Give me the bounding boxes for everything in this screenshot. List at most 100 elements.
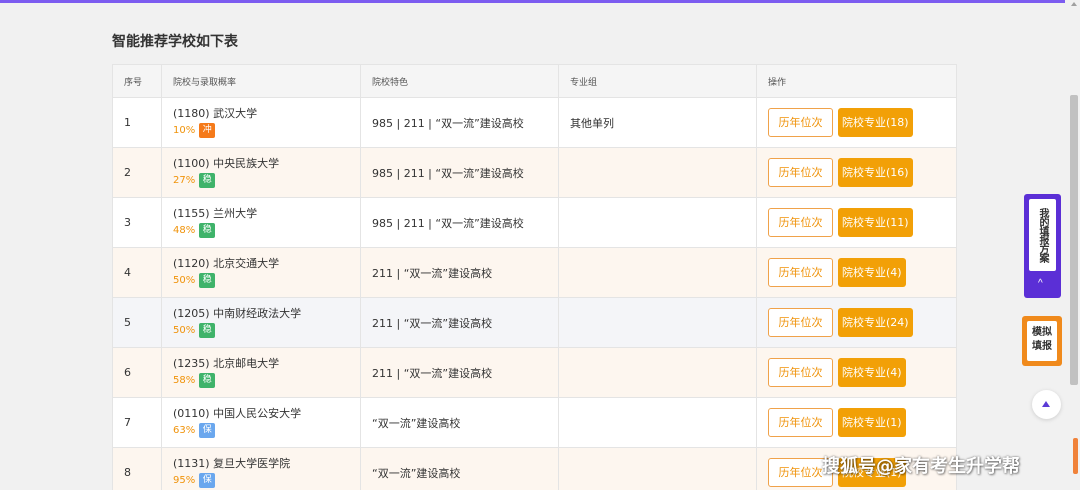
school-cell: (1205) 中南财经政法大学 50% 稳 <box>161 297 361 348</box>
back-to-top-button[interactable] <box>1032 390 1061 419</box>
school-cell: (1131) 复旦大学医学院 95% 保 <box>161 447 361 490</box>
row-index: 1 <box>112 97 162 148</box>
mock-fill-line1: 模拟 <box>1032 327 1052 338</box>
row-index: 5 <box>112 297 162 348</box>
page-title: 智能推荐学校如下表 <box>112 34 238 50</box>
table-row: 6 (1235) 北京邮电大学 58% 稳 211 | “双一流”建设高校 历年位次 院校专… <box>112 347 957 398</box>
admission-probability: 10% <box>173 125 196 136</box>
admission-probability: 95% <box>173 475 196 486</box>
table-row: 4 (1120) 北京交通大学 50% 稳 211 | “双一流”建设高校 历年位次 院校专… <box>112 247 957 298</box>
probability-line: 63% 保 <box>173 423 360 438</box>
table-row: 1 (1180) 武汉大学 10% 冲 985 | 211 | “双一流”建设高校 其他单… <box>112 97 957 148</box>
mock-fill-label: 模拟 填报 <box>1027 321 1057 361</box>
risk-tag-badge: 保 <box>199 473 216 488</box>
actions-cell: 历年位次 院校专业(18) <box>756 97 957 148</box>
row-index: 7 <box>112 397 162 448</box>
admission-probability: 63% <box>173 425 196 436</box>
school-cell: (1100) 中央民族大学 27% 稳 <box>161 147 361 198</box>
probability-line: 27% 稳 <box>173 173 360 188</box>
probability-line: 95% 保 <box>173 473 360 488</box>
school-cell: (1155) 兰州大学 48% 稳 <box>161 197 361 248</box>
school-majors-button[interactable]: 院校专业(4) <box>838 258 906 287</box>
history-rank-button[interactable]: 历年位次 <box>768 208 833 237</box>
school-feature: 985 | 211 | “双一流”建设高校 <box>360 147 559 198</box>
actions-cell: 历年位次 院校专业(11) <box>756 197 957 248</box>
school-feature: 211 | “双一流”建设高校 <box>360 247 559 298</box>
school-majors-button[interactable]: 院校专业(4) <box>838 358 906 387</box>
risk-tag-badge: 稳 <box>199 173 216 188</box>
history-rank-button[interactable]: 历年位次 <box>768 158 833 187</box>
major-group <box>558 247 757 298</box>
my-plan-button[interactable]: 我的填报方案 ^ <box>1024 194 1061 298</box>
actions-cell: 历年位次 院校专业(1) <box>756 397 957 448</box>
actions-cell: 历年位次 院校专业(4) <box>756 247 957 298</box>
major-group <box>558 397 757 448</box>
history-rank-button[interactable]: 历年位次 <box>768 308 833 337</box>
actions-cell: 历年位次 院校专业(4) <box>756 347 957 398</box>
history-rank-button[interactable]: 历年位次 <box>768 408 833 437</box>
school-cell: (1235) 北京邮电大学 58% 稳 <box>161 347 361 398</box>
row-index: 2 <box>112 147 162 198</box>
school-name[interactable]: (1180) 武汉大学 <box>173 107 360 121</box>
risk-tag-badge: 保 <box>199 423 216 438</box>
recommend-table: 序号 院校与录取概率 院校特色 专业组 操作 1 (1180) 武汉大学 10% 冲 9… <box>112 64 957 490</box>
school-name[interactable]: (0110) 中国人民公安大学 <box>173 407 360 421</box>
chevron-up-icon: ^ <box>1038 278 1043 289</box>
school-majors-button[interactable]: 院校专业(18) <box>838 108 913 137</box>
edge-marker <box>1073 438 1078 474</box>
school-name[interactable]: (1120) 北京交通大学 <box>173 257 360 271</box>
actions-cell: 历年位次 院校专业(16) <box>756 147 957 198</box>
table-row: 7 (0110) 中国人民公安大学 63% 保 “双一流”建设高校 历年位次 院校专业(1) <box>112 397 957 448</box>
probability-line: 50% 稳 <box>173 273 360 288</box>
admission-probability: 50% <box>173 275 196 286</box>
school-cell: (0110) 中国人民公安大学 63% 保 <box>161 397 361 448</box>
page-scrollbar[interactable] <box>1068 0 1080 490</box>
risk-tag-badge: 冲 <box>199 123 216 138</box>
admission-probability: 58% <box>173 375 196 386</box>
table-row: 5 (1205) 中南财经政法大学 50% 稳 211 | “双一流”建设高校 历年位次院… <box>112 297 957 348</box>
school-majors-button[interactable]: 院校专业(1) <box>838 408 906 437</box>
history-rank-button[interactable]: 历年位次 <box>768 108 833 137</box>
school-feature: “双一流”建设高校 <box>360 397 559 448</box>
table-row: 2 (1100) 中央民族大学 27% 稳 985 | 211 | “双一流”建设高校 历… <box>112 147 957 198</box>
risk-tag-badge: 稳 <box>199 223 216 238</box>
admission-probability: 50% <box>173 325 196 336</box>
school-majors-button[interactable]: 院校专业(24) <box>838 308 913 337</box>
school-name[interactable]: (1235) 北京邮电大学 <box>173 357 360 371</box>
table-header-row: 序号 院校与录取概率 院校特色 专业组 操作 <box>112 64 957 98</box>
school-name[interactable]: (1100) 中央民族大学 <box>173 157 360 171</box>
school-name[interactable]: (1205) 中南财经政法大学 <box>173 307 360 321</box>
actions-cell: 历年位次 院校专业(24) <box>756 297 957 348</box>
top-accent-bar <box>0 0 1065 3</box>
risk-tag-badge: 稳 <box>199 373 216 388</box>
school-name[interactable]: (1131) 复旦大学医学院 <box>173 457 360 471</box>
probability-line: 58% 稳 <box>173 373 360 388</box>
history-rank-button[interactable]: 历年位次 <box>768 258 833 287</box>
school-name[interactable]: (1155) 兰州大学 <box>173 207 360 221</box>
history-rank-button[interactable]: 历年位次 <box>768 358 833 387</box>
row-index: 8 <box>112 447 162 490</box>
school-majors-button[interactable]: 院校专业(16) <box>838 158 913 187</box>
arrow-up-icon <box>1042 401 1050 407</box>
school-feature: 985 | 211 | “双一流”建设高校 <box>360 197 559 248</box>
admission-probability: 48% <box>173 225 196 236</box>
major-group <box>558 197 757 248</box>
watermark: 搜狐号@家有考生升学帮 <box>822 456 1020 477</box>
scroll-up-arrow-icon[interactable] <box>1071 2 1077 6</box>
scroll-thumb[interactable] <box>1070 95 1078 385</box>
school-cell: (1180) 武汉大学 10% 冲 <box>161 97 361 148</box>
row-index: 6 <box>112 347 162 398</box>
row-index: 3 <box>112 197 162 248</box>
school-cell: (1120) 北京交通大学 50% 稳 <box>161 247 361 298</box>
header-index: 序号 <box>112 64 162 98</box>
school-feature: 985 | 211 | “双一流”建设高校 <box>360 97 559 148</box>
major-group: 其他单列 <box>558 97 757 148</box>
major-group <box>558 297 757 348</box>
school-feature: 211 | “双一流”建设高校 <box>360 347 559 398</box>
school-feature: “双一流”建设高校 <box>360 447 559 490</box>
mock-fill-button[interactable]: 模拟 填报 <box>1022 316 1062 366</box>
major-group <box>558 447 757 490</box>
school-majors-button[interactable]: 院校专业(11) <box>838 208 913 237</box>
mock-fill-line2: 填报 <box>1032 341 1052 352</box>
probability-line: 10% 冲 <box>173 123 360 138</box>
